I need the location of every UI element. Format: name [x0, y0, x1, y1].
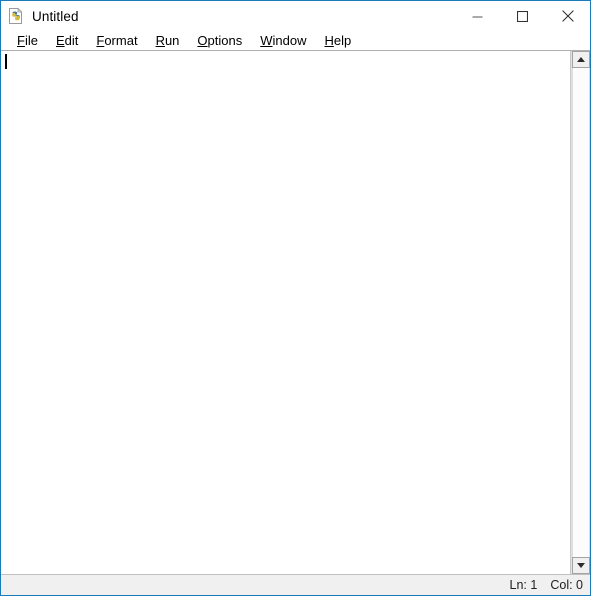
minimize-button[interactable]: [455, 1, 500, 31]
menu-label-window: indow: [272, 33, 307, 48]
scroll-up-button[interactable]: [572, 51, 590, 68]
idle-editor-window: Untitled File Edit Format Run Options Wi…: [0, 0, 591, 596]
menu-item-run[interactable]: Run: [147, 31, 189, 50]
menu-accesskey-run: R: [155, 33, 165, 48]
menu-accesskey-help: H: [324, 33, 334, 48]
menu-item-options[interactable]: Options: [188, 31, 251, 50]
vertical-scrollbar[interactable]: [571, 51, 590, 574]
status-line-number: Ln: 1: [509, 578, 538, 592]
triangle-up-icon: [577, 57, 585, 62]
menu-item-help[interactable]: Help: [316, 31, 361, 50]
triangle-down-icon: [577, 563, 585, 568]
menu-accesskey-file: F: [17, 33, 25, 48]
python-idle-file-icon: [7, 7, 25, 25]
window-controls: [455, 1, 590, 31]
menu-label-run: un: [164, 33, 180, 48]
window-title: Untitled: [32, 8, 79, 24]
menu-label-help: elp: [333, 33, 352, 48]
menu-accesskey-window: W: [260, 33, 273, 48]
text-caret: [5, 54, 7, 69]
menu-accesskey-options: O: [197, 33, 208, 48]
menu-label-edit: dit: [64, 33, 79, 48]
title-bar[interactable]: Untitled: [1, 1, 590, 31]
close-button[interactable]: [545, 1, 590, 31]
menu-item-window[interactable]: Window: [251, 31, 315, 50]
menu-label-format: ormat: [104, 33, 138, 48]
status-bar: Ln: 1 Col: 0: [1, 574, 590, 595]
menu-item-file[interactable]: File: [8, 31, 47, 50]
menu-label-options: ptions: [207, 33, 243, 48]
menu-item-edit[interactable]: Edit: [47, 31, 87, 50]
maximize-button[interactable]: [500, 1, 545, 31]
menu-bar: File Edit Format Run Options Window Help: [1, 31, 590, 50]
menu-accesskey-edit: E: [55, 33, 65, 48]
editor-region: [1, 50, 590, 574]
scrollbar-trough[interactable]: [572, 68, 590, 557]
menu-item-format[interactable]: Format: [87, 31, 146, 50]
status-column-number: Col: 0: [550, 578, 583, 592]
scroll-down-button[interactable]: [572, 557, 590, 574]
menu-label-file: ile: [24, 33, 38, 48]
code-editor-area[interactable]: [1, 51, 571, 574]
